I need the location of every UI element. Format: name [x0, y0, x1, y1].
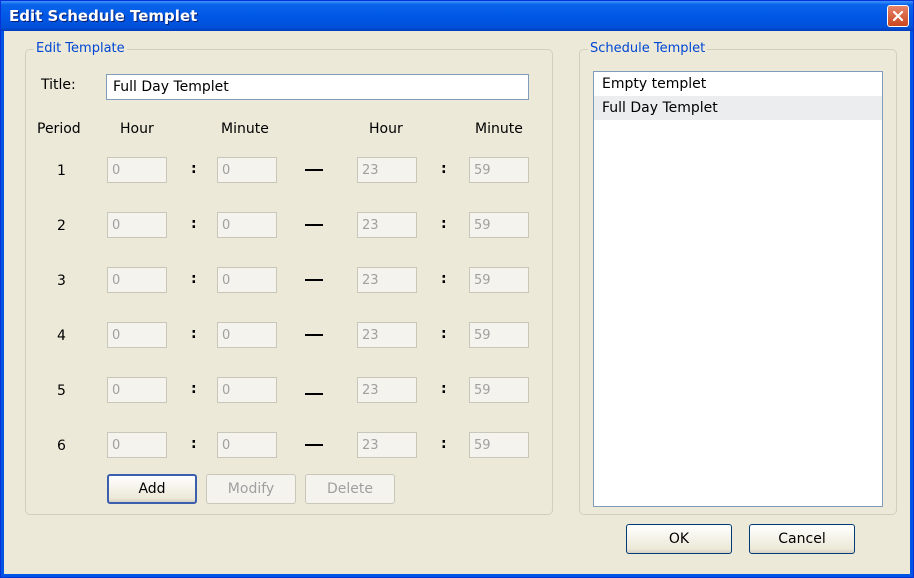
- list-item[interactable]: Empty templet: [594, 72, 882, 96]
- schedule-templet-legend: Schedule Templet: [588, 41, 708, 56]
- range-dash: [305, 334, 323, 336]
- window-title: Edit Schedule Templet: [9, 7, 198, 25]
- period-number: 4: [57, 328, 66, 344]
- time-separator: :: [441, 161, 447, 177]
- time-separator: :: [441, 381, 447, 397]
- end-hour-input[interactable]: 23: [357, 377, 417, 403]
- end-minute-input[interactable]: 59: [469, 212, 529, 238]
- range-dash: [305, 169, 323, 171]
- window-frame-left: [1, 31, 4, 577]
- start-minute-input[interactable]: 0: [217, 432, 277, 458]
- period-header: Period: [37, 121, 81, 137]
- period-number: 1: [57, 163, 66, 179]
- period-number: 5: [57, 383, 66, 399]
- start-hour-input[interactable]: 0: [107, 377, 167, 403]
- end-hour-input[interactable]: 23: [357, 322, 417, 348]
- time-separator: :: [441, 216, 447, 232]
- window-frame-right: [910, 31, 913, 577]
- close-icon: [892, 10, 904, 22]
- start-minute-input[interactable]: 0: [217, 157, 277, 183]
- modify-button[interactable]: Modify: [206, 474, 296, 504]
- window-frame-bottom: [1, 574, 913, 577]
- start-hour-input[interactable]: 0: [107, 322, 167, 348]
- end-hour-input[interactable]: 23: [357, 212, 417, 238]
- start-minute-input[interactable]: 0: [217, 212, 277, 238]
- minute-end-header: Minute: [475, 121, 523, 137]
- time-separator: :: [191, 436, 197, 452]
- hour-end-header: Hour: [369, 121, 403, 137]
- end-minute-input[interactable]: 59: [469, 267, 529, 293]
- templet-listbox[interactable]: Empty templet Full Day Templet: [593, 71, 883, 507]
- period-number: 2: [57, 218, 66, 234]
- minute-start-header: Minute: [221, 121, 269, 137]
- ok-button[interactable]: OK: [626, 524, 732, 554]
- title-bar[interactable]: Edit Schedule Templet: [1, 1, 913, 31]
- start-minute-input[interactable]: 0: [217, 267, 277, 293]
- time-separator: :: [191, 381, 197, 397]
- add-button[interactable]: Add: [107, 474, 197, 504]
- end-minute-input[interactable]: 59: [469, 432, 529, 458]
- time-separator: :: [441, 271, 447, 287]
- list-item[interactable]: Full Day Templet: [594, 96, 882, 120]
- end-minute-input[interactable]: 59: [469, 322, 529, 348]
- range-dash: [305, 279, 323, 281]
- time-separator: :: [441, 436, 447, 452]
- dialog-window: Edit Schedule Templet Edit Template Titl…: [0, 0, 914, 578]
- range-dash: [305, 444, 323, 446]
- start-hour-input[interactable]: 0: [107, 267, 167, 293]
- close-button[interactable]: [887, 5, 909, 27]
- period-number: 3: [57, 273, 66, 289]
- time-separator: :: [191, 161, 197, 177]
- edit-template-legend: Edit Template: [34, 41, 127, 56]
- time-separator: :: [191, 326, 197, 342]
- start-minute-input[interactable]: 0: [217, 377, 277, 403]
- time-separator: :: [191, 216, 197, 232]
- end-hour-input[interactable]: 23: [357, 432, 417, 458]
- delete-button[interactable]: Delete: [305, 474, 395, 504]
- time-separator: :: [191, 271, 197, 287]
- period-number: 6: [57, 438, 66, 454]
- range-dash: [305, 393, 323, 395]
- title-label: Title:: [41, 77, 76, 93]
- cancel-button[interactable]: Cancel: [749, 524, 855, 554]
- range-dash: [305, 224, 323, 226]
- start-hour-input[interactable]: 0: [107, 212, 167, 238]
- hour-start-header: Hour: [120, 121, 154, 137]
- end-hour-input[interactable]: 23: [357, 267, 417, 293]
- end-hour-input[interactable]: 23: [357, 157, 417, 183]
- start-hour-input[interactable]: 0: [107, 157, 167, 183]
- end-minute-input[interactable]: 59: [469, 157, 529, 183]
- start-hour-input[interactable]: 0: [107, 432, 167, 458]
- title-input[interactable]: Full Day Templet: [106, 74, 529, 100]
- start-minute-input[interactable]: 0: [217, 322, 277, 348]
- time-separator: :: [441, 326, 447, 342]
- end-minute-input[interactable]: 59: [469, 377, 529, 403]
